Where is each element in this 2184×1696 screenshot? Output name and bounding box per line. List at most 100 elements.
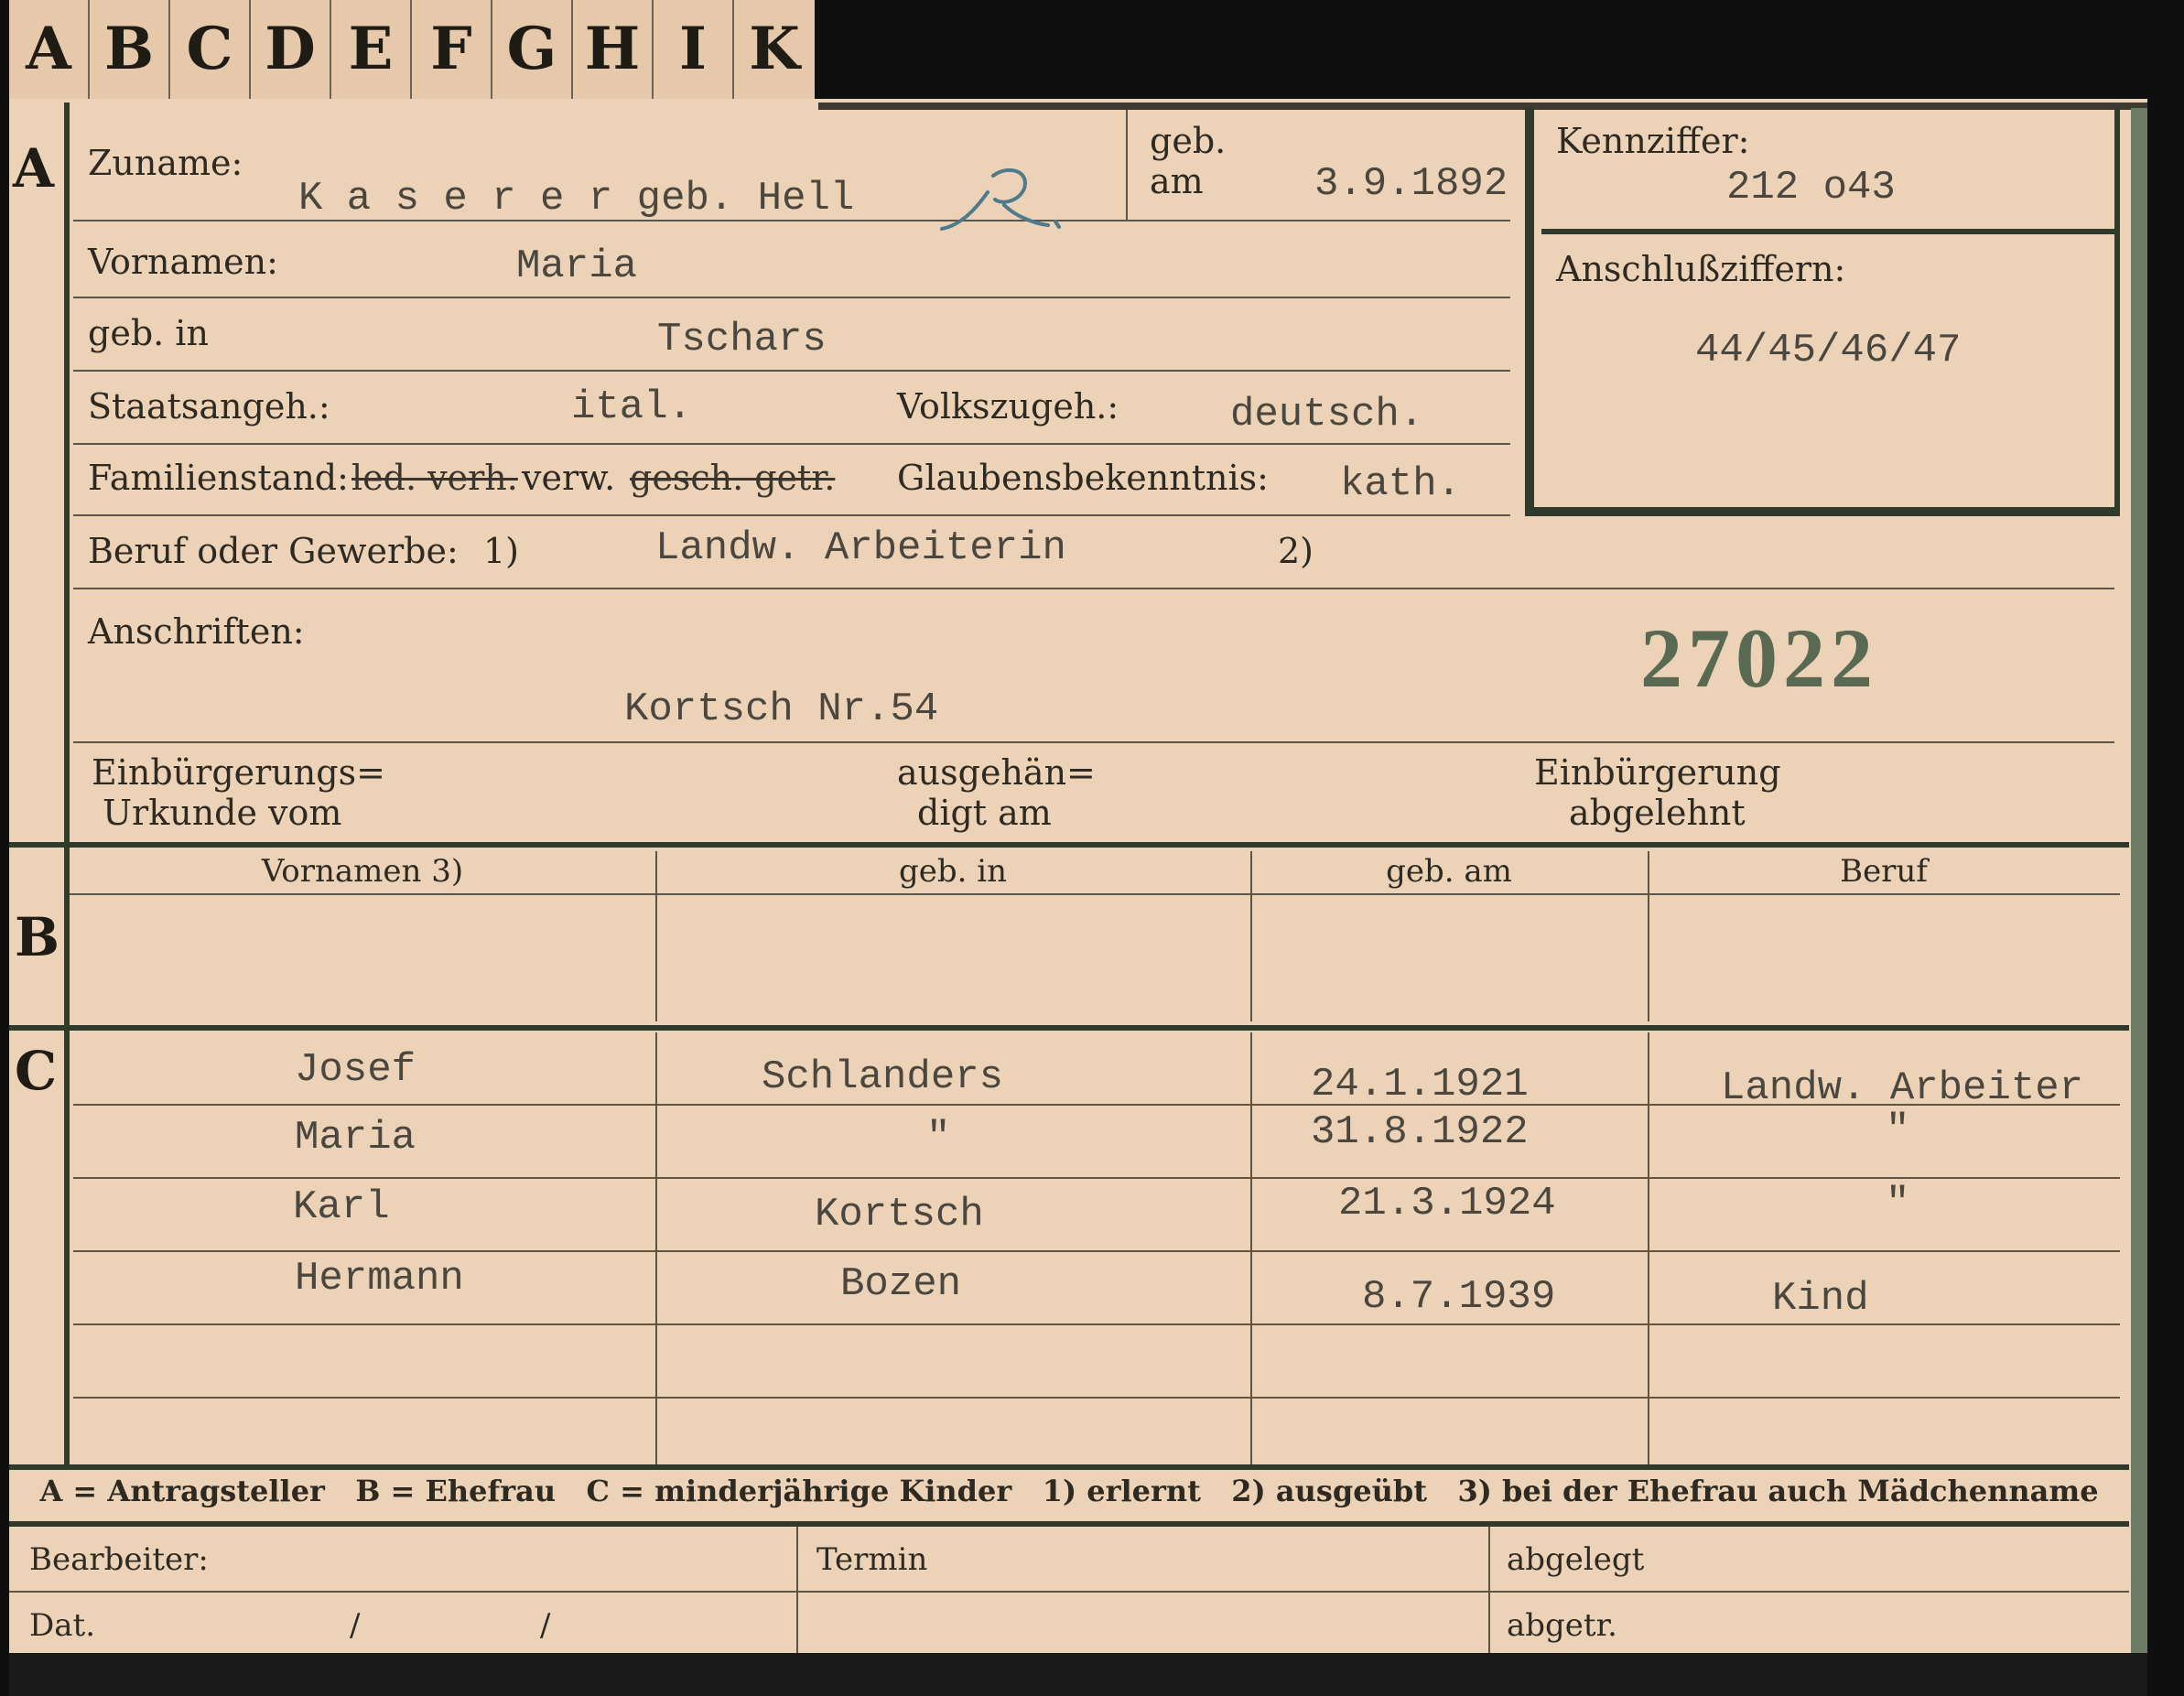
- glaubensbekenntnis-value: kath.: [1340, 461, 1462, 507]
- familienstand-struck-2: gesch. getr.: [630, 458, 836, 498]
- child-geb-am: 31.8.1922: [1311, 1109, 1529, 1155]
- section-c-letter: C: [15, 1040, 58, 1102]
- child-geb-am: 24.1.1921: [1311, 1062, 1529, 1107]
- section-b-letter: B: [15, 906, 60, 968]
- tab-c[interactable]: C: [170, 0, 251, 99]
- child-beruf: Landw. Arbeiter: [1721, 1065, 2084, 1111]
- rule-geb-am-divider: [1126, 110, 1128, 221]
- kennziffer-value: 212 o43: [1726, 165, 1896, 211]
- beruf-footnote-1: 1): [483, 531, 520, 571]
- section-b-bottom-rule: [9, 1025, 2129, 1031]
- geb-in-value: Tschars: [657, 317, 827, 362]
- child-vorname: Karl: [293, 1184, 390, 1230]
- section-a-letter: A: [13, 137, 55, 200]
- abgelehnt-label-1: Einbürgerung: [1534, 752, 1781, 793]
- beruf-value: Landw. Arbeiterin: [655, 525, 1066, 571]
- child-beruf: Kind: [1772, 1276, 1869, 1322]
- familienstand-kept: verw.: [522, 458, 616, 498]
- vornamen-value: Maria: [516, 243, 638, 289]
- zuname-label: Zuname:: [88, 143, 243, 183]
- geb-am-value: 3.9.1892: [1314, 161, 1508, 207]
- card-bottom-edge: [9, 1653, 2147, 1696]
- geb-am-label-bottom: am: [1150, 161, 1204, 201]
- dat-slash-1: /: [350, 1607, 361, 1644]
- child-geb-am: 21.3.1924: [1338, 1181, 1556, 1226]
- geb-am-label-top: geb.: [1150, 121, 1227, 161]
- vornamen-label: Vornamen:: [88, 242, 278, 282]
- staatsangeh-label: Staatsangeh.:: [88, 386, 330, 427]
- section-c-row-rule-4: [73, 1323, 2120, 1325]
- abgelehnt-label-2: abgelehnt: [1569, 793, 1746, 833]
- tab-a[interactable]: A: [9, 0, 90, 99]
- staatsangeh-value: ital.: [571, 384, 693, 430]
- section-a-bottom-rule: [9, 842, 2129, 848]
- tab-h[interactable]: H: [573, 0, 654, 99]
- tab-i[interactable]: I: [654, 0, 734, 99]
- familienstand-struck-1: led. verh.: [351, 458, 518, 498]
- rule-anschriften: [73, 741, 2114, 743]
- tab-e[interactable]: E: [331, 0, 412, 99]
- familienstand-label: Familienstand:: [88, 458, 349, 498]
- child-geb-am: 8.7.1939: [1362, 1274, 1556, 1320]
- legend-top-rule: [9, 1464, 2129, 1470]
- child-geb-in: ": [926, 1115, 951, 1161]
- section-b-header-rule: [70, 893, 2120, 895]
- tab-b[interactable]: B: [90, 0, 170, 99]
- dat-slash-2: /: [540, 1607, 551, 1644]
- anschlussziffern-label: Anschlußziffern:: [1556, 249, 1846, 289]
- volkszugeh-label: Volkszugeh.:: [897, 386, 1119, 427]
- geb-in-label: geb. in: [88, 313, 209, 353]
- einbuergerungsurkunde-label-2: Urkunde vom: [103, 793, 342, 833]
- beruf-label: Beruf oder Gewerbe:: [88, 531, 459, 571]
- header-beruf: Beruf: [1840, 853, 1928, 890]
- section-a-left-rule: [64, 103, 70, 844]
- header-geb-am: geb. am: [1386, 853, 1512, 890]
- section-c-row-rule-2: [73, 1177, 2120, 1179]
- footer-mid-rule: [9, 1591, 2129, 1593]
- ausgehaendigt-label-2: digt am: [917, 793, 1052, 833]
- child-vorname: Josef: [295, 1047, 416, 1093]
- ausgehaendigt-label-1: ausgehän=: [897, 752, 1096, 793]
- dat-label: Dat.: [29, 1607, 96, 1644]
- section-c-col-divider-2: [1250, 1032, 1252, 1464]
- legend-bottom-rule: [9, 1521, 2129, 1527]
- kennziffer-divider: [1541, 229, 2114, 234]
- child-beruf: ": [1886, 1181, 1910, 1226]
- tab-k[interactable]: K: [734, 0, 815, 99]
- stamp-number: 27022: [1640, 611, 1878, 705]
- anschriften-value: Kortsch Nr.54: [624, 686, 939, 732]
- glaubensbekenntnis-label: Glaubensbekenntnis:: [897, 458, 1269, 498]
- header-vornamen: Vornamen 3): [261, 853, 464, 890]
- abgelegt-label: abgelegt: [1507, 1541, 1645, 1578]
- rule-beruf: [73, 588, 2114, 589]
- section-c-row-rule-3: [73, 1250, 2120, 1252]
- child-geb-in: Schlanders: [762, 1054, 1004, 1100]
- tab-g[interactable]: G: [492, 0, 573, 99]
- tab-f[interactable]: F: [412, 0, 492, 99]
- section-c-left-rule: [64, 1031, 70, 1464]
- child-beruf: ": [1886, 1107, 1910, 1153]
- section-c-col-divider-1: [655, 1032, 657, 1464]
- child-vorname: Hermann: [295, 1256, 464, 1302]
- einbuergerungsurkunde-label-1: Einbürgerungs=: [92, 752, 385, 793]
- tab-d[interactable]: D: [251, 0, 331, 99]
- section-c-col-divider-3: [1648, 1032, 1649, 1464]
- abgetr-label: abgetr.: [1507, 1607, 1617, 1644]
- card-right-edge: [2131, 108, 2147, 1655]
- geb-am-value-clip: 3.9.1892: [1314, 161, 1519, 220]
- handwritten-initial-mark: [938, 157, 1076, 243]
- rule-familienstand: [73, 514, 1510, 516]
- bearbeiter-label: Bearbeiter:: [29, 1541, 209, 1578]
- section-c-row-rule-5: [73, 1397, 2120, 1399]
- termin-label: Termin: [816, 1541, 928, 1578]
- rule-vornamen: [73, 297, 1510, 298]
- child-beruf-clip: Landw. Arbeiter: [1721, 1065, 2133, 1120]
- header-geb-in: geb. in: [898, 853, 1008, 890]
- rule-geb-in: [73, 370, 1510, 372]
- legend-text: A = Antragsteller B = Ehefrau C = minder…: [39, 1474, 2099, 1508]
- child-vorname: Maria: [295, 1115, 416, 1161]
- beruf-footnote-2: 2): [1278, 531, 1314, 571]
- rule-staatsangeh: [73, 443, 1510, 445]
- tab-strip: A B C D E F G H I K: [9, 0, 818, 99]
- anschriften-label: Anschriften:: [88, 611, 305, 652]
